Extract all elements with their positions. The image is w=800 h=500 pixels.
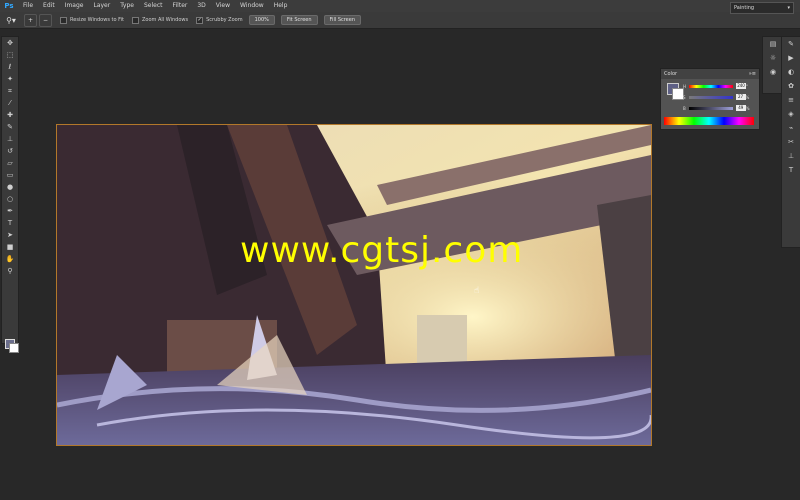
menu-edit[interactable]: Edit	[38, 0, 60, 12]
eraser-tool-icon[interactable]: ▱	[2, 157, 18, 169]
brightness-unit: %	[745, 105, 750, 111]
crop-tool-icon[interactable]: ⌗	[2, 85, 18, 97]
checkbox-icon	[132, 16, 139, 24]
path-selection-tool-icon[interactable]: ➤	[2, 229, 18, 241]
marquee-tool-icon[interactable]: ⬚	[2, 49, 18, 61]
type-tool-icon[interactable]: T	[2, 217, 18, 229]
brush-tool-icon[interactable]: ✎	[2, 121, 18, 133]
saturation-slider-row: S 27 %	[683, 94, 755, 100]
options-bar: ⚲▾ + − Resize Windows to Fit Zoom All Wi…	[0, 12, 800, 29]
saturation-value-field[interactable]: 27	[735, 94, 746, 100]
paths-panel-icon[interactable]: ⌁	[782, 121, 800, 135]
saturation-label: S	[683, 94, 686, 100]
blur-tool-icon[interactable]: ●	[2, 181, 18, 193]
hand-cursor-icon: ☝	[474, 286, 480, 296]
panel-dock-right: ✎ ▶ ◐ ✿ ≡ ◈ ⌁ ✂ ⊥ T	[781, 36, 800, 248]
character-panel-icon[interactable]: T	[782, 163, 800, 177]
actions-panel-icon[interactable]: ▶	[782, 51, 800, 65]
navigator-panel-icon[interactable]: ☼	[763, 51, 783, 65]
brightness-slider-row: B 49 %	[683, 105, 755, 111]
background-color-swatch[interactable]	[9, 343, 19, 353]
document-canvas[interactable]	[56, 124, 652, 446]
brightness-value-field[interactable]: 49	[735, 105, 746, 111]
healing-brush-tool-icon[interactable]: ✚	[2, 109, 18, 121]
shape-tool-icon[interactable]: ■	[2, 241, 18, 253]
menu-select[interactable]: Select	[139, 0, 168, 12]
workspace-label: Painting	[734, 5, 755, 11]
fill-screen-button[interactable]: Fill Screen	[323, 15, 362, 25]
channels-panel-icon[interactable]: ◈	[782, 107, 800, 121]
menu-type[interactable]: Type	[115, 0, 139, 12]
eyedropper-tool-icon[interactable]: ⁄	[2, 97, 18, 109]
magic-wand-tool-icon[interactable]: ✦	[2, 73, 18, 85]
resize-windows-checkbox[interactable]: Resize Windows to Fit	[60, 16, 124, 24]
zoom-100-button[interactable]: 100%	[248, 15, 275, 25]
zoom-in-icon[interactable]: +	[24, 13, 37, 27]
gradient-tool-icon[interactable]: ▭	[2, 169, 18, 181]
color-panel-header: Color »≡	[661, 69, 759, 79]
saturation-unit: %	[745, 94, 750, 100]
history-brush-tool-icon[interactable]: ↺	[2, 145, 18, 157]
hue-unit: °	[746, 83, 749, 89]
menu-help[interactable]: Help	[269, 0, 293, 12]
hue-label: H	[683, 83, 687, 89]
panel-menu-icon[interactable]: »≡	[749, 71, 756, 77]
brightness-label: B	[683, 105, 686, 111]
layers-panel-icon[interactable]: ≡	[782, 93, 800, 107]
color-panel-title: Color	[664, 71, 678, 77]
menu-bar: Ps File Edit Image Layer Type Select Fil…	[0, 0, 800, 12]
checkmark-icon: ✓	[196, 16, 204, 24]
tool-presets-icon[interactable]: ✂	[782, 135, 800, 149]
scrubby-zoom-checkbox[interactable]: ✓ Scrubby Zoom	[196, 16, 243, 24]
menu-3d[interactable]: 3D	[192, 0, 210, 12]
clone-source-icon[interactable]: ⊥	[782, 149, 800, 163]
chevron-down-icon: ▾	[787, 5, 790, 11]
zoom-all-checkbox[interactable]: Zoom All Windows	[132, 16, 189, 24]
hue-value-field[interactable]: 240	[736, 83, 747, 89]
hue-slider[interactable]	[689, 84, 734, 88]
menu-window[interactable]: Window	[235, 0, 269, 12]
menu-view[interactable]: View	[211, 0, 235, 12]
zoom-out-icon[interactable]: −	[39, 13, 52, 27]
histogram-panel-icon[interactable]: ▤	[763, 37, 783, 51]
menu-image[interactable]: Image	[60, 0, 89, 12]
tools-panel: ✥ ⬚ ℓ ✦ ⌗ ⁄ ✚ ✎ ⊥ ↺ ▱ ▭ ● ○ ✒ T ➤ ■ ✋ ⚲	[1, 36, 19, 353]
clone-stamp-tool-icon[interactable]: ⊥	[2, 133, 18, 145]
photoshop-logo-icon: Ps	[4, 2, 14, 10]
menu-file[interactable]: File	[18, 0, 38, 12]
zoom-all-label: Zoom All Windows	[142, 17, 189, 23]
resize-windows-label: Resize Windows to Fit	[70, 17, 124, 23]
workspace-switcher[interactable]: Painting ▾	[730, 2, 794, 14]
color-panel: Color »≡ H 240 ° S 27 % B 49 %	[660, 68, 760, 130]
menu-layer[interactable]: Layer	[88, 0, 115, 12]
color-panel-icon[interactable]: ◉	[763, 65, 783, 79]
move-tool-icon[interactable]: ✥	[2, 37, 18, 49]
styles-panel-icon[interactable]: ✿	[782, 79, 800, 93]
watermark-text: www.cgtsj.com	[240, 230, 524, 271]
menu-filter[interactable]: Filter	[168, 0, 193, 12]
color-spectrum-ramp[interactable]	[664, 117, 754, 125]
saturation-slider[interactable]	[688, 95, 733, 99]
checkbox-icon	[60, 16, 67, 24]
dodge-tool-icon[interactable]: ○	[2, 193, 18, 205]
lasso-tool-icon[interactable]: ℓ	[2, 61, 18, 73]
pen-tool-icon[interactable]: ✒	[2, 205, 18, 217]
scrubby-zoom-label: Scrubby Zoom	[206, 17, 243, 23]
brightness-slider[interactable]	[688, 106, 733, 110]
fit-screen-button[interactable]: Fit Screen	[280, 15, 318, 25]
zoom-tool-icon[interactable]: ⚲	[2, 265, 18, 277]
adjustments-panel-icon[interactable]: ◐	[782, 65, 800, 79]
brush-presets-icon[interactable]: ✎	[782, 37, 800, 51]
painting-image	[57, 125, 651, 445]
hue-slider-row: H 240 °	[683, 83, 755, 89]
zoom-tool-preset-icon[interactable]: ⚲▾	[0, 13, 22, 27]
hand-tool-icon[interactable]: ✋	[2, 253, 18, 265]
